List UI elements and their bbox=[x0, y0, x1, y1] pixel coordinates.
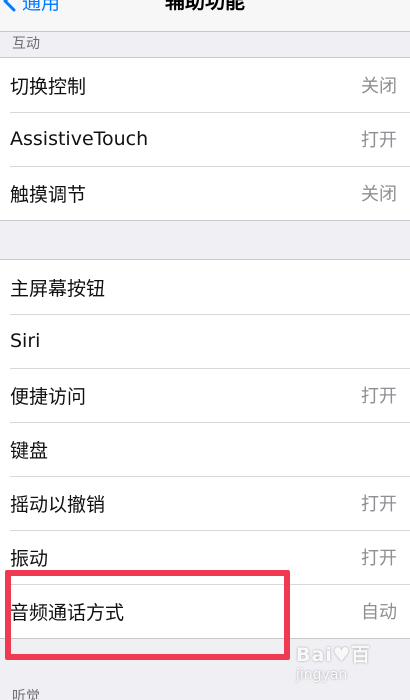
page-title: 辅助功能 bbox=[165, 0, 245, 13]
list-item-vibration[interactable]: 振动 打开 bbox=[0, 530, 410, 584]
list-item-shake-to-undo[interactable]: 摇动以撤销 打开 bbox=[0, 476, 410, 530]
row-value: 自动 bbox=[361, 602, 397, 623]
row-label: 触摸调节 bbox=[10, 183, 87, 206]
list-item-reachability[interactable]: 便捷访问 打开 bbox=[0, 368, 410, 422]
row-value: 打开 bbox=[361, 130, 397, 151]
row-label: 键盘 bbox=[10, 439, 49, 462]
list-item-assistivetouch[interactable]: AssistiveTouch 打开 bbox=[0, 112, 410, 166]
section-header-interaction: 互动 bbox=[12, 36, 40, 52]
list-item-switch-control[interactable]: 切换控制 关闭 bbox=[0, 58, 410, 112]
row-label: 切换控制 bbox=[10, 75, 87, 98]
row-value: 打开 bbox=[361, 548, 397, 569]
settings-group-interaction: 切换控制 关闭 AssistiveTouch 打开 触摸调节 关闭 bbox=[0, 57, 410, 221]
list-item-touch-accommodations[interactable]: 触摸调节 关闭 bbox=[0, 166, 410, 220]
row-value: 打开 bbox=[361, 386, 397, 407]
row-label: 音频通话方式 bbox=[10, 601, 125, 624]
list-item-siri[interactable]: Siri bbox=[0, 314, 410, 368]
row-label: 振动 bbox=[10, 547, 49, 570]
row-label: 便捷访问 bbox=[10, 385, 87, 408]
row-label: 摇动以撤销 bbox=[10, 493, 106, 516]
section-header-hearing: 听觉 bbox=[12, 689, 40, 700]
navigation-bar: 通用 辅助功能 bbox=[0, 0, 410, 32]
list-item-call-audio-routing[interactable]: 音频通话方式 自动 bbox=[0, 584, 410, 638]
list-item-keyboard[interactable]: 键盘 bbox=[0, 422, 410, 476]
row-label: AssistiveTouch bbox=[10, 128, 149, 150]
list-item-home-button[interactable]: 主屏幕按钮 bbox=[0, 260, 410, 314]
settings-group-general: 主屏幕按钮 Siri 便捷访问 打开 键盘 摇动以撤销 打开 振动 打开 音频通… bbox=[0, 259, 410, 639]
row-label: 主屏幕按钮 bbox=[10, 277, 106, 300]
row-label: Siri bbox=[10, 330, 41, 352]
row-value: 关闭 bbox=[361, 76, 397, 97]
row-value: 关闭 bbox=[361, 184, 397, 205]
watermark-brand: Bai♥百 bbox=[296, 644, 371, 666]
row-value: 打开 bbox=[361, 494, 397, 515]
watermark: Bai♥百 jingyan bbox=[296, 640, 406, 696]
watermark-sub: jingyan bbox=[296, 667, 348, 683]
